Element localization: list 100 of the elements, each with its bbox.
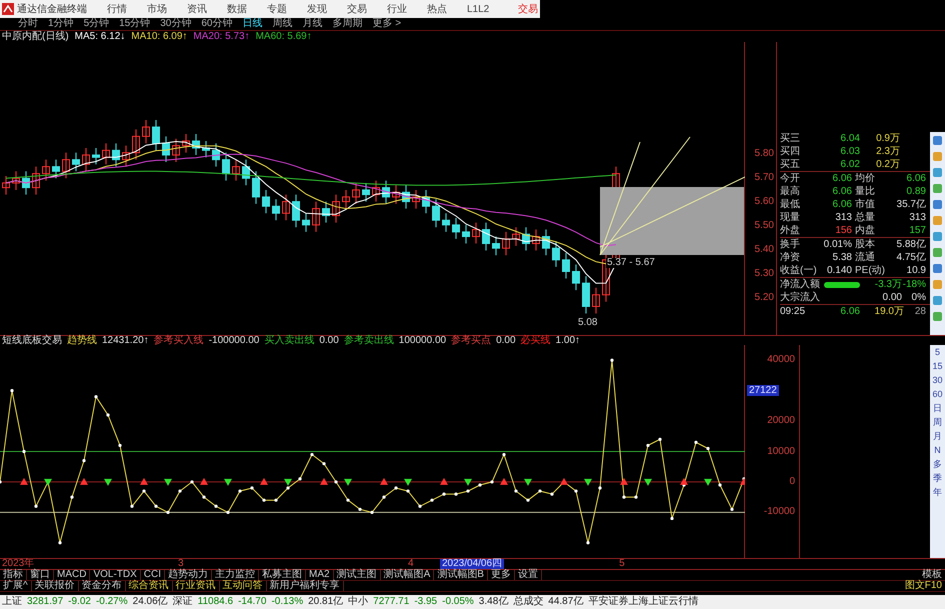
bottom-tab[interactable]: 新用户福利专享 <box>266 581 344 591</box>
bottom-tab[interactable]: 测试幅图A <box>380 570 434 580</box>
quote-label: 内盘 <box>854 224 876 237</box>
quote-label: 大宗流入 <box>780 291 821 304</box>
bottom-tab[interactable]: 图文F10 <box>902 581 945 591</box>
tool-icon[interactable] <box>932 263 943 274</box>
indicator-label: 参考卖出线 <box>344 336 394 346</box>
menu-item[interactable]: 数据 <box>227 2 247 16</box>
quote-label: 换手 <box>780 238 801 251</box>
period-tab[interactable]: 60分钟 <box>201 19 232 29</box>
quote-label: 买四 <box>780 145 801 158</box>
period-button[interactable]: N <box>934 445 941 456</box>
quote-value: 6.06 <box>832 198 852 211</box>
tool-icon[interactable] <box>932 199 943 210</box>
bottom-tab[interactable]: 资金分布 <box>78 581 126 591</box>
tool-icon[interactable] <box>932 279 943 290</box>
period-tab[interactable]: 1分钟 <box>48 19 74 29</box>
period-button[interactable]: 15 <box>932 361 942 372</box>
menu-item[interactable]: 市场 <box>147 2 167 16</box>
price-axis-label: 5.40 <box>754 245 774 255</box>
index-change: -14.70 <box>238 597 266 607</box>
menu-item[interactable]: 发现 <box>307 2 327 16</box>
bottom-tab[interactable]: MACD <box>54 570 90 580</box>
period-tab[interactable]: 周线 <box>272 19 292 29</box>
tool-icon[interactable] <box>932 247 943 258</box>
period-tab[interactable]: 多周期 <box>332 19 362 29</box>
tool-icon[interactable] <box>932 231 943 242</box>
bottom-tab[interactable]: 关联报价 <box>32 581 79 591</box>
quote-value: 0.89 <box>906 185 926 198</box>
bottom-tab[interactable]: 私募主图 <box>259 570 306 580</box>
period-tab[interactable]: 15分钟 <box>119 19 150 29</box>
quote-value: 6.04 <box>840 132 860 145</box>
menu-item[interactable]: L1L2 <box>467 2 490 16</box>
period-button[interactable]: 5 <box>934 347 940 358</box>
period-button[interactable]: 年 <box>933 487 942 498</box>
tool-icon[interactable] <box>932 167 943 178</box>
range-label: 5.37 - 5.67 <box>606 258 656 268</box>
menu-item[interactable]: 资讯 <box>187 2 207 16</box>
index-value: 7277.71 <box>373 597 410 607</box>
quote-value: 6.06 <box>906 172 926 185</box>
quote-label: 市值 <box>854 198 876 211</box>
bottom-tab[interactable]: 窗口 <box>27 570 54 580</box>
bottom-tab[interactable]: 测试幅图B <box>434 570 488 580</box>
quote-value: 157 <box>908 224 926 237</box>
menu-item[interactable]: 热点 <box>427 2 447 16</box>
bottom-tab[interactable]: MA2 <box>306 570 334 580</box>
quote-label: 最高 <box>780 185 801 198</box>
quote-label: 总量 <box>854 211 876 224</box>
tool-icon[interactable] <box>932 183 943 194</box>
indicator-value: 12431.20↑ <box>102 336 149 346</box>
tool-icon[interactable] <box>932 135 943 146</box>
price-axis-label: 5.20 <box>754 293 774 303</box>
trade-button[interactable]: 交易 <box>518 2 538 16</box>
bottom-tab[interactable]: 测试主图 <box>334 570 381 580</box>
period-button[interactable]: 月 <box>933 431 942 442</box>
quote-label: 今开 <box>780 172 801 185</box>
menu-item[interactable]: 专题 <box>267 2 287 16</box>
bottom-tab[interactable]: CCI <box>140 570 166 580</box>
bottom-tab[interactable]: 行业资讯 <box>172 581 220 591</box>
tool-icon[interactable] <box>932 215 943 226</box>
bottom-tab[interactable]: 主力监控 <box>212 570 260 580</box>
index-change: -3.95 <box>414 597 438 607</box>
bottom-tab[interactable]: 互动问答 <box>220 581 267 591</box>
quote-value: 6.02 <box>840 158 860 171</box>
quote-label: PE(动) <box>854 264 886 277</box>
menu-item[interactable]: 行情 <box>107 2 127 16</box>
bottom-tab[interactable]: 综合资讯 <box>126 581 173 591</box>
bottom-tab[interactable]: VOL-TDX <box>90 570 141 580</box>
period-tab[interactable]: 分时 <box>18 19 38 29</box>
indicator-axis-label: 0 <box>789 476 795 487</box>
bottom-tab[interactable]: 趋势动力 <box>165 570 212 580</box>
period-tab[interactable]: 月线 <box>302 19 322 29</box>
period-tab[interactable]: 日线 <box>242 19 262 29</box>
indicator-name: 短线底板交易 <box>2 336 62 346</box>
quote-value: 0.00 <box>882 291 902 304</box>
index-percent: -0.13% <box>271 597 304 607</box>
bottom-tab[interactable]: 扩展^ <box>0 581 32 591</box>
period-tab[interactable]: 5分钟 <box>84 19 110 29</box>
period-tab[interactable]: 30分钟 <box>160 19 192 29</box>
period-button[interactable]: 季 <box>933 473 942 484</box>
period-button[interactable]: 周 <box>933 417 942 428</box>
data-source: 平安证券上海上证云行情 <box>588 597 698 607</box>
tool-icon[interactable] <box>932 311 943 322</box>
bottom-tab[interactable]: 设置 <box>514 570 542 580</box>
period-button[interactable]: 30 <box>932 375 942 386</box>
bottom-tab[interactable]: 更多 <box>488 570 515 580</box>
period-button[interactable]: 多 <box>933 459 942 470</box>
bottom-tab[interactable]: 模板 <box>919 570 945 580</box>
tool-icon[interactable] <box>932 295 943 306</box>
indicator-label: 参考买入线 <box>154 336 204 346</box>
quote-value: 6.03 <box>840 145 860 158</box>
tool-icon[interactable] <box>932 151 943 162</box>
menu-item[interactable]: 交易 <box>347 2 367 16</box>
period-tab[interactable]: 更多 > <box>372 19 402 29</box>
quote-value: 313 <box>908 211 926 224</box>
inflow-bar <box>824 282 860 288</box>
menu-item[interactable]: 行业 <box>387 2 407 16</box>
period-button[interactable]: 60 <box>932 389 942 400</box>
bottom-tab[interactable]: 指标 <box>0 570 27 580</box>
period-button[interactable]: 日 <box>933 403 942 414</box>
